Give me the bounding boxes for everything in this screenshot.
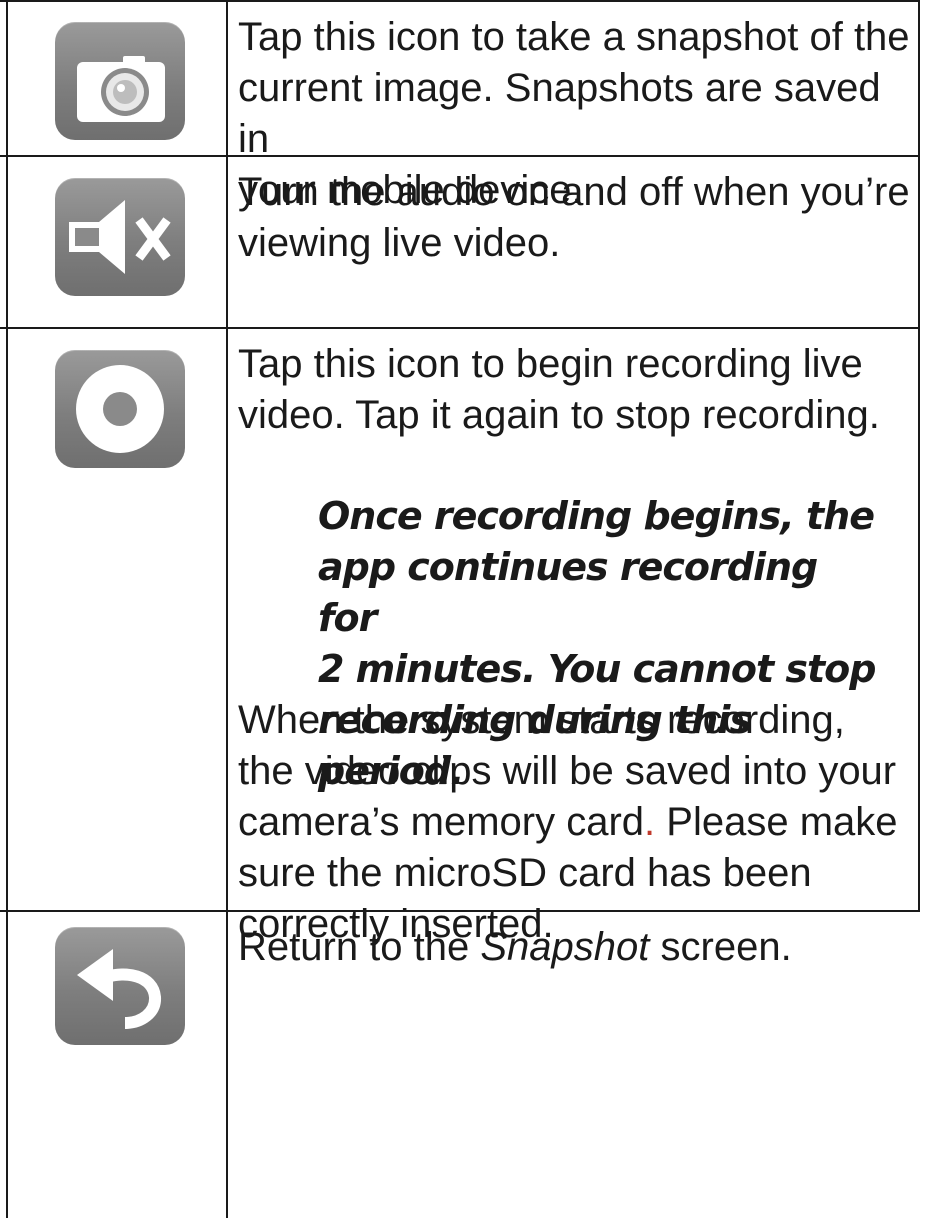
snapshot-line-2: current image. Snapshots are saved in bbox=[238, 66, 881, 161]
row-divider-2 bbox=[0, 327, 920, 329]
storage-line-3-tail: Please make bbox=[655, 800, 898, 844]
storage-line-4: sure the microSD card has been bbox=[238, 851, 812, 895]
feature-table: Tap this icon to take a snapshot of the … bbox=[0, 0, 932, 1218]
record-line-1: Tap this icon to begin recording live bbox=[238, 342, 863, 386]
audio-line-1: Turn the audio on and off when you’re bbox=[238, 170, 910, 214]
column-divider bbox=[226, 0, 228, 1218]
table-border-right bbox=[918, 0, 920, 910]
storage-line-3: camera’s memory card. Please make bbox=[238, 797, 910, 848]
note-line-1: Once recording begins, the bbox=[318, 494, 875, 538]
storage-line-1: When the system starts recording, bbox=[238, 698, 845, 742]
snapshot-screen-name: Snapshot bbox=[480, 925, 650, 969]
return-arrow-icon[interactable] bbox=[55, 927, 185, 1045]
record-icon[interactable] bbox=[55, 350, 185, 468]
record-description: Tap this icon to begin recording live vi… bbox=[238, 339, 910, 441]
mute-speaker-icon[interactable] bbox=[55, 178, 185, 296]
note-line-3: 2 minutes. You cannot stop bbox=[318, 647, 877, 691]
camera-icon[interactable] bbox=[55, 22, 185, 140]
return-description: Return to the Snapshot screen. bbox=[238, 922, 910, 973]
storage-line-2: the video clips will be saved into your bbox=[238, 749, 897, 793]
table-border-left bbox=[6, 0, 8, 1218]
recording-storage-description: When the system starts recording, the vi… bbox=[238, 695, 910, 950]
audio-line-2: viewing live video. bbox=[238, 221, 561, 265]
red-period: . bbox=[644, 800, 656, 844]
table-border-top bbox=[0, 0, 920, 2]
record-line-2: video. Tap it again to stop recording. bbox=[238, 393, 880, 437]
audio-description: Turn the audio on and off when you’re vi… bbox=[238, 167, 910, 269]
snapshot-line-1: Tap this icon to take a snapshot of the bbox=[238, 15, 910, 59]
note-line-2: app continues recording for bbox=[318, 545, 818, 640]
storage-line-3-text: camera’s memory card bbox=[238, 800, 645, 844]
return-suffix: screen. bbox=[649, 925, 792, 969]
return-prefix: Return to the bbox=[238, 925, 481, 969]
